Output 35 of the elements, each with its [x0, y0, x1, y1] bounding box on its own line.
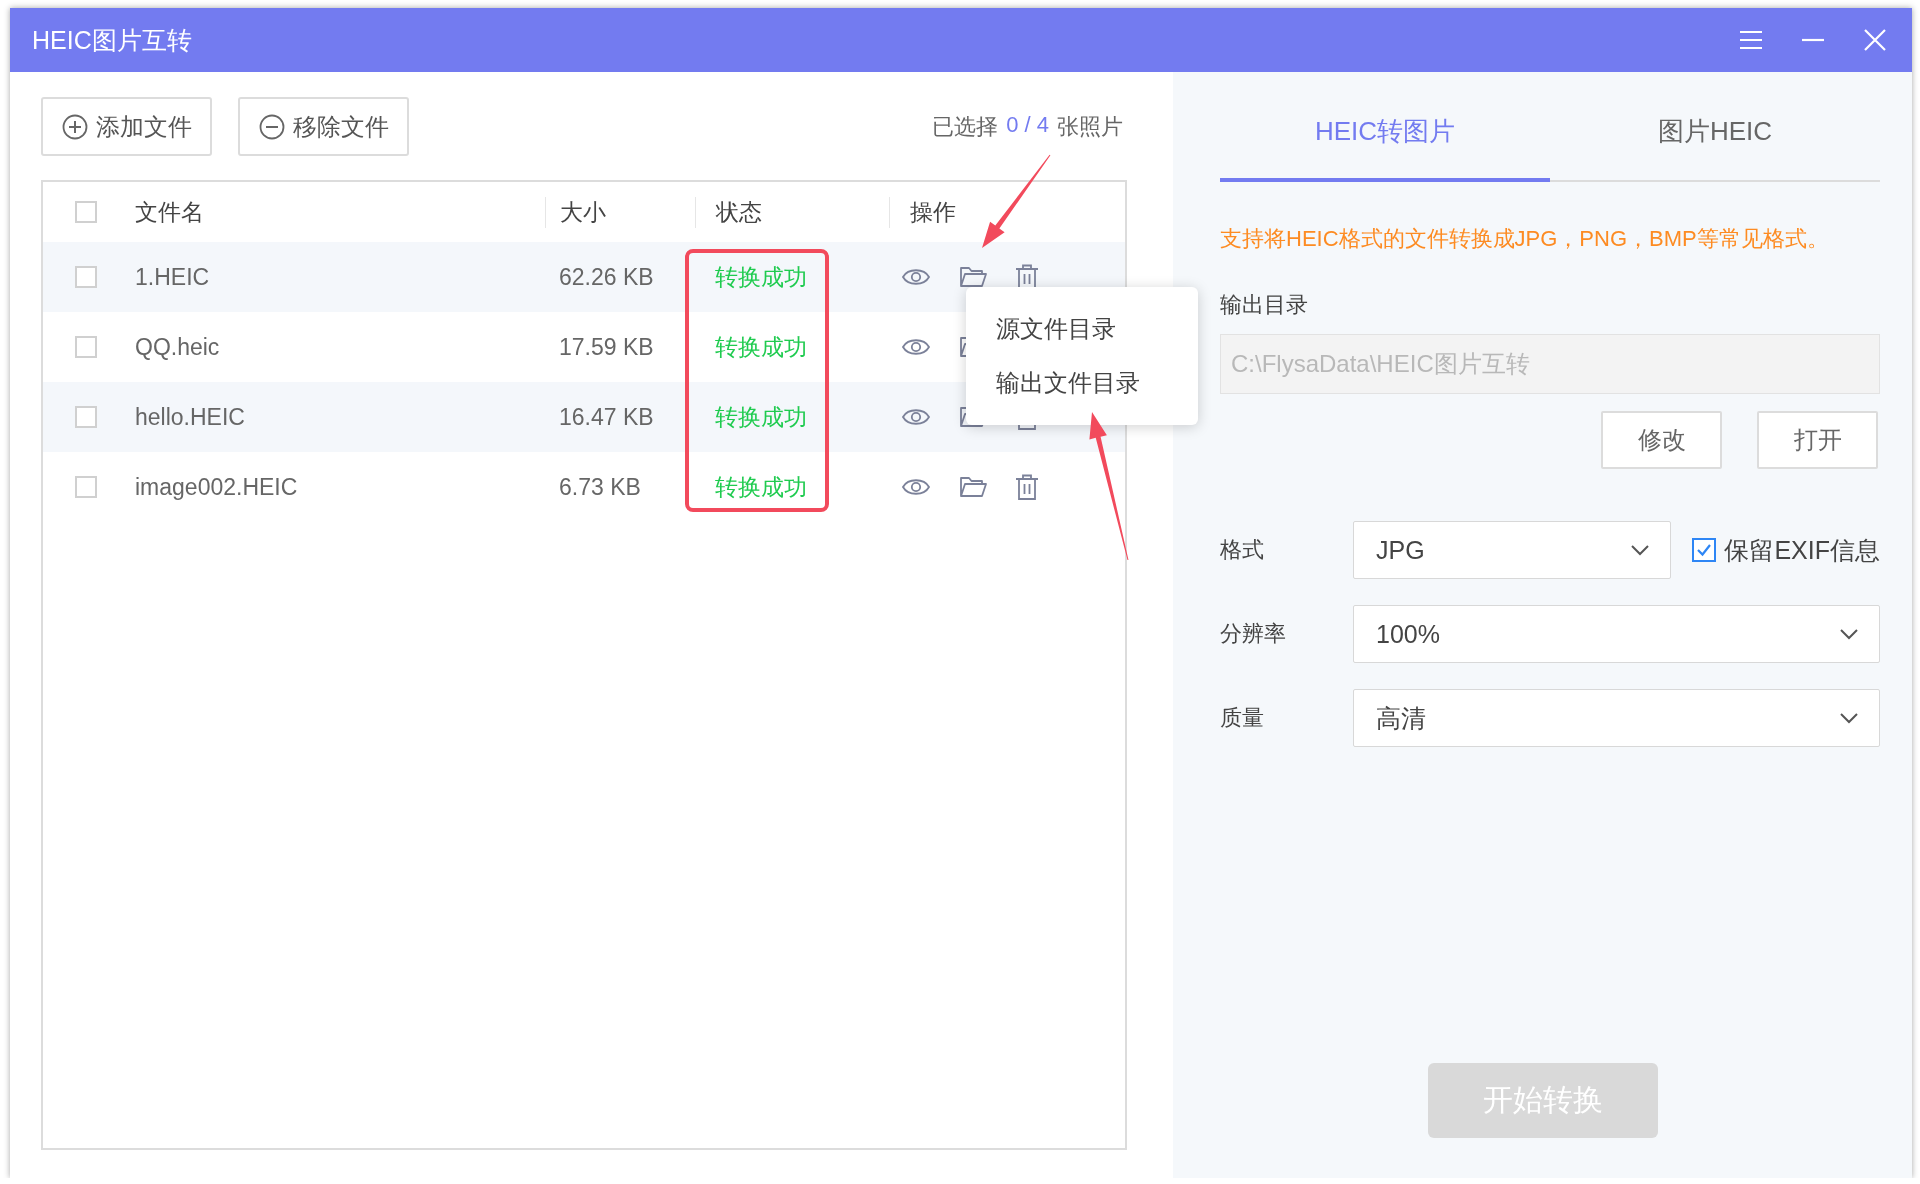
menu-item[interactable]: 源文件目录	[996, 313, 1198, 345]
field-label: 输出目录	[1220, 291, 1308, 319]
file-name: QQ.heic	[134, 333, 221, 361]
add-file-button[interactable]: 添加文件	[41, 97, 212, 156]
dropdown[interactable]: 高清	[1353, 689, 1880, 747]
file-size: 62.26 KB	[558, 263, 655, 291]
file-size: 16.47 KB	[558, 403, 655, 431]
status-text: 转换成功	[714, 262, 808, 292]
file-size: 6.73 KB	[558, 473, 642, 501]
dropdown[interactable]: JPG	[1353, 521, 1671, 579]
checkbox-label: 保留EXIF信息	[1724, 534, 1880, 566]
status-text: 转换成功	[714, 472, 808, 502]
column-header: 状态	[695, 196, 889, 228]
field-label: 格式	[1220, 536, 1265, 564]
column-header: 大小	[545, 196, 695, 228]
hint-text: 支持将HEIC格式的文件转换成JPG，PNG，BMP等常见格式。	[1220, 225, 1829, 253]
window-title: HEIC图片互转	[32, 24, 192, 56]
table-row[interactable]: 1.HEIC 62.26 KB 转换成功	[43, 242, 1125, 312]
field-label: 质量	[1220, 704, 1265, 732]
field-label: 分辨率	[1220, 620, 1287, 648]
file-name: hello.HEIC	[134, 403, 246, 431]
tab[interactable]: 图片HEIC	[1550, 100, 1880, 180]
dropdown[interactable]: 100%	[1353, 605, 1880, 663]
status-text: 转换成功	[714, 402, 808, 432]
tab[interactable]: HEIC转图片	[1220, 100, 1550, 182]
file-name: image002.HEIC	[134, 473, 299, 501]
open-button[interactable]: 打开	[1757, 411, 1878, 469]
remove-file-button[interactable]: 移除文件	[238, 97, 409, 156]
modify-button[interactable]: 修改	[1601, 411, 1722, 469]
file-size: 17.59 KB	[558, 333, 655, 361]
table-row[interactable]: image002.HEIC 6.73 KB 转换成功	[43, 452, 1125, 522]
status-text: 转换成功	[714, 332, 808, 362]
selection-count: 已选择 0 / 4 张照片	[932, 111, 1124, 141]
column-header: 文件名	[129, 196, 546, 228]
file-name: 1.HEIC	[134, 263, 211, 291]
